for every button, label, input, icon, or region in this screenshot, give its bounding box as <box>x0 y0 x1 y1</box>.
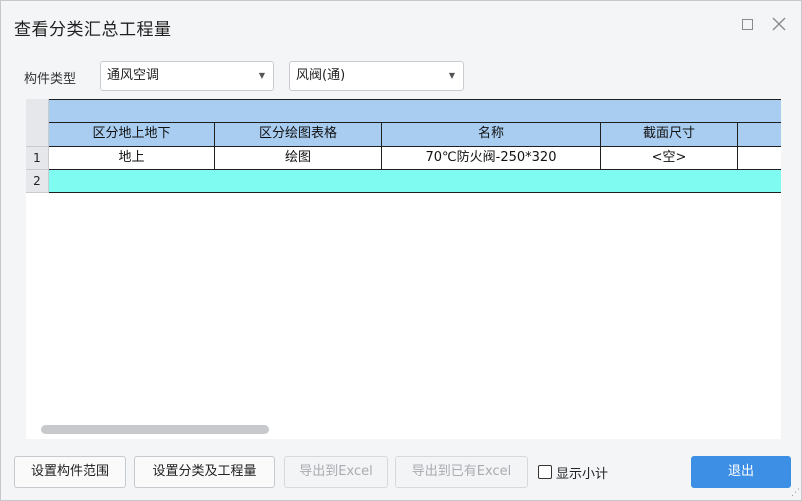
exit-button[interactable]: 退出 <box>691 456 791 488</box>
close-button[interactable] <box>766 11 792 37</box>
column-header[interactable]: 名称 <box>382 123 601 147</box>
component-type-select[interactable]: 通风空调 ▼ <box>100 61 274 91</box>
summary-table[interactable]: 区分地上地下 区分绘图表格 名称 截面尺寸 1 地上 绘图 70℃防火阀-250… <box>26 99 781 439</box>
table-cell[interactable] <box>738 147 781 170</box>
column-header[interactable]: 截面尺寸 <box>601 123 738 147</box>
header-group-band <box>49 99 781 123</box>
component-type-value: 通风空调 <box>107 68 160 83</box>
chevron-down-icon: ▼ <box>258 71 265 80</box>
row-number[interactable]: 1 <box>26 147 49 170</box>
set-category-button[interactable]: 设置分类及工程量 <box>134 456 275 488</box>
resize-grip-icon[interactable]: ⋰ <box>791 488 800 498</box>
row-number[interactable]: 2 <box>26 170 49 193</box>
column-header[interactable] <box>738 123 781 147</box>
maximize-button[interactable] <box>734 11 760 37</box>
table-cell[interactable]: <空> <box>601 147 738 170</box>
table-cell[interactable]: 绘图 <box>215 147 382 170</box>
set-component-range-button[interactable]: 设置构件范围 <box>14 456 126 488</box>
table-cell[interactable]: 地上 <box>49 147 215 170</box>
show-subtotal-label: 显示小计 <box>556 466 609 482</box>
component-type-label: 构件类型 <box>24 72 77 87</box>
filter-row: 构件类型 通风空调 ▼ 风阀(通) ▼ <box>1 59 801 93</box>
component-subtype-select[interactable]: 风阀(通) ▼ <box>289 61 464 91</box>
export-excel-button[interactable]: 导出到Excel <box>284 456 388 488</box>
export-existing-excel-button[interactable]: 导出到已有Excel <box>395 456 528 488</box>
table-corner <box>26 99 49 147</box>
horizontal-scrollbar[interactable] <box>41 425 269 434</box>
table-row-selected[interactable] <box>49 170 781 193</box>
column-header[interactable]: 区分地上地下 <box>49 123 215 147</box>
column-header[interactable]: 区分绘图表格 <box>215 123 382 147</box>
chevron-down-icon: ▼ <box>448 71 455 80</box>
maximize-icon <box>741 18 753 30</box>
window-title: 查看分类汇总工程量 <box>14 20 172 40</box>
dialog-window: 查看分类汇总工程量 构件类型 通风空调 ▼ 风阀(通) ▼ 区分地上地下 区分绘… <box>0 0 802 501</box>
title-bar: 查看分类汇总工程量 <box>1 1 801 49</box>
show-subtotal-checkbox[interactable]: 显示小计 <box>538 462 608 482</box>
table-cell[interactable]: 70℃防火阀-250*320 <box>382 147 601 170</box>
close-icon <box>772 17 786 31</box>
component-subtype-value: 风阀(通) <box>296 68 346 83</box>
table-right-edge <box>781 99 801 439</box>
checkbox-box[interactable] <box>538 465 552 479</box>
